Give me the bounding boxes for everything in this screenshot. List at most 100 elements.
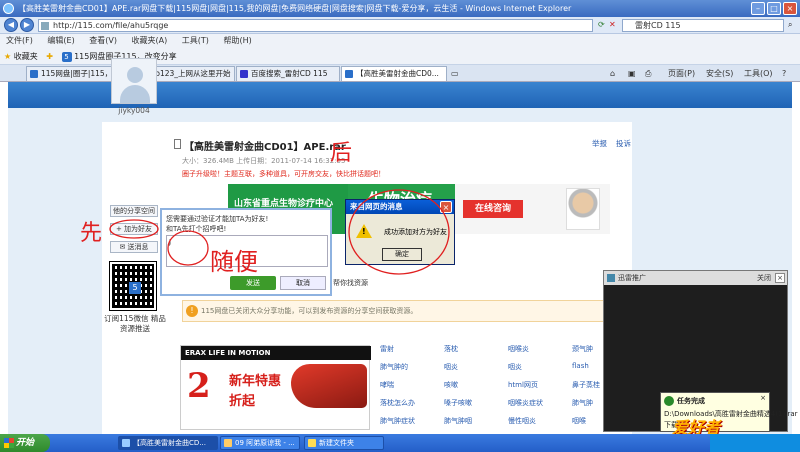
menu-view[interactable]: 查看(V)	[89, 36, 117, 45]
shoe-ad-line1: 新年特惠	[229, 374, 282, 389]
link-item[interactable]: flash	[572, 362, 589, 370]
avatar[interactable]	[111, 58, 157, 104]
toast-title: 任务完成	[677, 397, 705, 405]
dialog-line1: 您需要通过验证才能加TA为好友!	[166, 215, 269, 223]
link-item[interactable]: 肺气肿的	[380, 362, 408, 372]
taskbar-label: 09 阿弟原谅我 - ...	[235, 439, 295, 447]
new-tab-button[interactable]: ▭	[451, 65, 459, 82]
tab-favicon-icon	[345, 70, 353, 78]
warning-triangle-icon: !	[356, 224, 372, 238]
report-link[interactable]: 举报	[592, 138, 607, 149]
ie-taskbar-icon	[122, 439, 130, 447]
menu-tools[interactable]: 工具(T)	[182, 36, 209, 45]
qr-caption: 订阅115微信 精品资源推送	[104, 314, 166, 333]
circle-upgrade-notice[interactable]: 圈子升级啦！主题互联，多种道具，可开房交友，快比拼话题吧！	[182, 169, 385, 179]
tab-favicon-icon	[30, 70, 38, 78]
link-item[interactable]: 雷射	[380, 344, 394, 354]
popup-title: 迅雷推广	[618, 274, 646, 282]
link-item[interactable]: 颈气肿	[572, 344, 593, 354]
link-item[interactable]: 咽喉	[572, 416, 586, 426]
share-space-button[interactable]: 他的分享空间	[110, 205, 158, 217]
popup-close-link[interactable]: 关闭	[757, 271, 771, 285]
menu-bar: 文件(F) 编辑(E) 查看(V) 收藏夹(A) 工具(T) 帮助(H)	[0, 34, 800, 48]
link-item[interactable]: 嗓子咳嗽	[444, 398, 472, 408]
menu-file[interactable]: 文件(F)	[6, 36, 33, 45]
link-item[interactable]: 肺气肿症状	[380, 416, 415, 426]
link-item[interactable]: 慢性咽炎	[508, 416, 536, 426]
url-text: http://115.com/file/ahu5rqge	[53, 21, 169, 30]
maximize-button[interactable]: □	[767, 2, 781, 15]
tab-current[interactable]: 【高胜美雷射金曲CD0...	[341, 66, 447, 81]
username[interactable]: jiyky004	[111, 106, 157, 115]
file-icon	[174, 139, 181, 149]
toast-close-icon[interactable]: ×	[759, 395, 767, 403]
online-consult-button[interactable]: 在线咨询	[463, 200, 523, 218]
add-friend-button[interactable]: + 加为好友	[110, 223, 158, 235]
music-icon	[224, 439, 232, 447]
url-input[interactable]: http://115.com/file/ahu5rqge	[38, 19, 593, 32]
popup-close-icon[interactable]: ×	[775, 273, 785, 283]
alert-ok-button[interactable]: 确定	[382, 248, 422, 261]
home-icon[interactable]: ⌂	[610, 65, 615, 82]
link-item[interactable]: 肺气肿	[572, 398, 593, 408]
alert-message: 成功添加对方为好友	[384, 228, 447, 236]
stop-icon[interactable]: ✕	[609, 20, 616, 29]
help-icon[interactable]: ?	[782, 65, 786, 82]
refresh-icon[interactable]: ⟳	[598, 20, 605, 29]
link-item[interactable]: 咽炎	[444, 362, 458, 372]
send-message-button[interactable]: ✉ 送消息	[110, 241, 158, 253]
window-title-bar: 【高胜美雷射金曲CD01】APE.rar网盘下载|115网盘|网盘|115,我的…	[0, 0, 800, 17]
shoe-ad[interactable]: ERAX LIFE IN MOTION 2 新年特惠 折起	[180, 345, 371, 430]
back-button[interactable]: ◀	[4, 18, 18, 32]
complaint-link[interactable]: 投诉	[616, 138, 631, 149]
print-icon[interactable]: ⎙	[645, 65, 651, 82]
link-item[interactable]: html网页	[508, 380, 538, 390]
star-icon: ★	[4, 52, 12, 61]
link-item[interactable]: 落枕	[444, 344, 458, 354]
search-icon[interactable]: ⌕	[788, 20, 792, 30]
forward-button[interactable]: ▶	[20, 18, 34, 32]
safety-menu[interactable]: 安全(S)	[706, 65, 733, 82]
thunder-icon	[607, 274, 615, 282]
qr-logo-icon: 5	[129, 282, 141, 294]
add-favorite-icon[interactable]: ✚	[46, 52, 53, 61]
tab-favicon-icon	[240, 70, 248, 78]
favorites-label[interactable]: 收藏夹	[14, 52, 38, 61]
minimize-button[interactable]: –	[751, 2, 765, 15]
send-button[interactable]: 发送	[230, 276, 276, 290]
alert-dialog: 来自网页的消息 × ! 成功添加对方为好友 确定	[345, 199, 455, 265]
link-item[interactable]: 咳嗽	[444, 380, 458, 390]
greeting-textarea[interactable]: J	[166, 235, 328, 267]
tools-menu[interactable]: 工具(O)	[744, 65, 773, 82]
menu-help[interactable]: 帮助(H)	[223, 36, 251, 45]
tab-label: 【高胜美雷射金曲CD0...	[356, 69, 439, 78]
search-input[interactable]: 雷射CD 115	[622, 19, 784, 32]
taskbar-item-folder[interactable]: 新建文件夹	[304, 436, 384, 450]
cancel-button[interactable]: 取消	[280, 276, 326, 290]
menu-edit[interactable]: 编辑(E)	[47, 36, 74, 45]
file-meta: 大小：326.4MB 上传日期：2011-07-14 16:32:55	[182, 157, 346, 165]
menu-favorites[interactable]: 收藏夹(A)	[132, 36, 168, 45]
link-item[interactable]: 落枕怎么办	[380, 398, 415, 408]
tab-label: hao123_上网从这里开始	[146, 69, 231, 78]
link-item[interactable]: 咽喉炎症状	[508, 398, 543, 408]
tab-baidu[interactable]: 百度搜索_雷射CD 115	[236, 66, 340, 81]
link-item[interactable]: 咽炎	[508, 362, 522, 372]
link-item[interactable]: 鼻子蒸桂	[572, 380, 600, 390]
alert-close-button[interactable]: ×	[440, 201, 452, 213]
feeds-icon[interactable]: ▣	[628, 65, 636, 82]
start-button[interactable]: 开始	[0, 434, 50, 452]
link-item[interactable]: 咽喉炎	[508, 344, 529, 354]
link-item[interactable]: 肺气肿咽	[444, 416, 472, 426]
shoe-brand: ERAX LIFE IN MOTION	[181, 346, 371, 360]
window-title: 【高胜美雷射金曲CD01】APE.rar网盘下载|115网盘|网盘|115,我的…	[18, 4, 572, 13]
close-window-button[interactable]: ×	[783, 2, 797, 15]
find-resource-link[interactable]: 帮你找资源	[333, 278, 368, 288]
taskbar-item-music[interactable]: 09 阿弟原谅我 - ...	[220, 436, 300, 450]
page-menu[interactable]: 页面(P)	[668, 65, 695, 82]
popup-header: 迅雷推广 关闭 ×	[604, 271, 787, 285]
keyword-links: 雷射 落枕 咽喉炎 颈气肿 肺气肿的 咽炎 咽炎 flash 哮喘 咳嗽 htm…	[380, 344, 610, 432]
start-label: 开始	[16, 438, 35, 448]
taskbar-item-ie[interactable]: 【高胜美雷射金曲CD...	[118, 436, 218, 450]
link-item[interactable]: 哮喘	[380, 380, 394, 390]
